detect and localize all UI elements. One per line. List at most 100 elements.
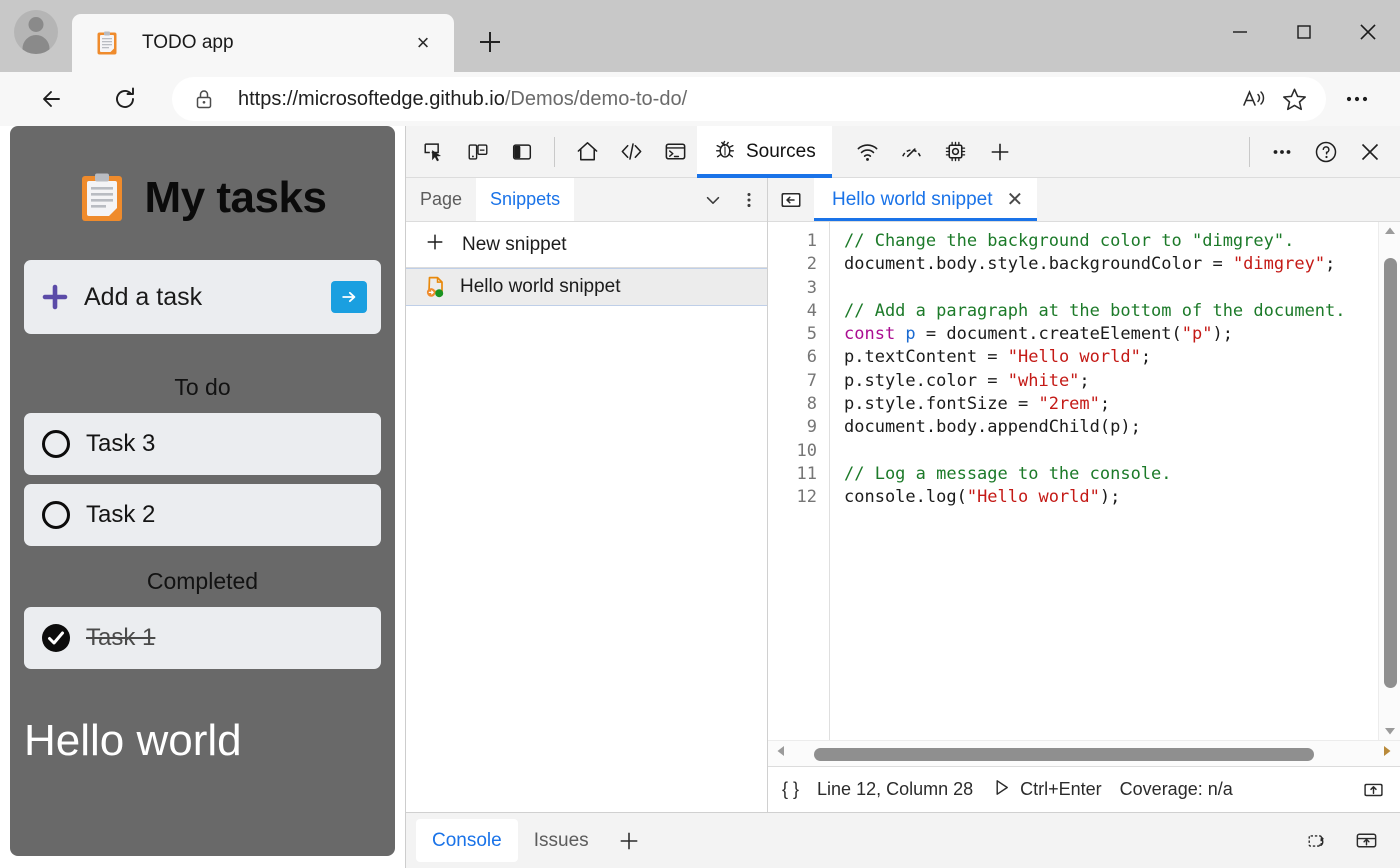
back-arrow-icon[interactable] bbox=[30, 76, 76, 122]
line-number: 12 bbox=[768, 486, 817, 509]
avatar bbox=[14, 10, 58, 54]
code-line[interactable]: // Change the background color to "dimgr… bbox=[844, 230, 1400, 253]
address-bar[interactable]: https://microsoftedge.github.io/Demos/de… bbox=[172, 77, 1326, 121]
horizontal-scrollbar[interactable] bbox=[768, 740, 1400, 766]
code-content[interactable]: // Change the background color to "dimgr… bbox=[830, 222, 1400, 740]
close-devtools-icon[interactable] bbox=[1348, 130, 1392, 174]
coverage-status: Coverage: n/a bbox=[1120, 779, 1233, 800]
code-editor[interactable]: 123456789101112 // Change the background… bbox=[768, 222, 1400, 740]
dock-side-icon[interactable] bbox=[500, 130, 544, 174]
code-token: "white" bbox=[1008, 371, 1080, 391]
elements-code-icon[interactable] bbox=[609, 130, 653, 174]
code-line[interactable]: document.body.appendChild(p); bbox=[844, 416, 1400, 439]
vertical-scroll-track[interactable] bbox=[1379, 240, 1400, 722]
code-line[interactable]: p.style.color = "white"; bbox=[844, 370, 1400, 393]
star-icon[interactable] bbox=[1274, 79, 1314, 119]
navigator-tab-page[interactable]: Page bbox=[406, 178, 476, 221]
task-checkbox-unchecked-icon[interactable] bbox=[40, 428, 72, 460]
restore-drawer-icon[interactable] bbox=[1294, 813, 1342, 868]
chevron-down-icon[interactable] bbox=[695, 178, 731, 221]
code-line[interactable]: p.style.fontSize = "2rem"; bbox=[844, 393, 1400, 416]
vertical-scroll-thumb[interactable] bbox=[1384, 258, 1397, 688]
reload-icon[interactable] bbox=[102, 76, 148, 122]
network-wifi-icon[interactable] bbox=[846, 130, 890, 174]
dock-bottom-icon[interactable] bbox=[1361, 777, 1386, 802]
navigator-tab-snippets[interactable]: Snippets bbox=[476, 178, 574, 221]
drawer-tab-issues[interactable]: Issues bbox=[518, 819, 605, 862]
editor-tab-hello-world-snippet[interactable]: Hello world snippet ✕ bbox=[814, 178, 1037, 221]
navigate-back-icon[interactable] bbox=[768, 178, 814, 221]
code-line[interactable]: // Add a paragraph at the bottom of the … bbox=[844, 300, 1400, 323]
sources-panel: Page Snippets New bbox=[406, 178, 1400, 812]
tab-close-icon[interactable]: × bbox=[406, 26, 440, 60]
code-token: document.body.appendChild(p); bbox=[844, 417, 1141, 437]
run-shortcut-label: Ctrl+Enter bbox=[1020, 779, 1102, 800]
task-item[interactable]: Task 2 bbox=[24, 484, 381, 546]
code-token: ); bbox=[1100, 487, 1120, 507]
memory-chip-icon[interactable] bbox=[934, 130, 978, 174]
task-item[interactable]: Task 3 bbox=[24, 413, 381, 475]
editor-tab-close-icon[interactable]: ✕ bbox=[1007, 190, 1024, 210]
add-task-submit-button[interactable] bbox=[331, 281, 367, 313]
more-options-icon[interactable] bbox=[731, 178, 767, 221]
bug-icon bbox=[713, 137, 737, 167]
scroll-down-arrow[interactable] bbox=[1383, 722, 1397, 740]
navigator-tabs-spacer bbox=[574, 178, 695, 221]
add-task-input[interactable]: Add a task bbox=[24, 260, 381, 334]
task-checkbox-unchecked-icon[interactable] bbox=[40, 499, 72, 531]
cursor-position: Line 12, Column 28 bbox=[817, 779, 973, 800]
vertical-scrollbar[interactable] bbox=[1378, 222, 1400, 740]
console-terminal-icon[interactable] bbox=[653, 130, 697, 174]
dock-drawer-icon[interactable] bbox=[1342, 813, 1390, 868]
device-toolbar-icon[interactable] bbox=[456, 130, 500, 174]
pretty-print-button[interactable]: { } bbox=[782, 779, 799, 800]
code-line[interactable]: p.textContent = "Hello world"; bbox=[844, 346, 1400, 369]
scroll-left-arrow[interactable] bbox=[774, 744, 788, 763]
code-token: p.textContent = bbox=[844, 347, 1008, 367]
code-token: ; bbox=[1100, 394, 1110, 414]
add-task-label: Add a task bbox=[84, 283, 331, 312]
devtools-drawer: Console Issues bbox=[406, 812, 1400, 868]
play-icon bbox=[991, 777, 1012, 803]
maximize-button[interactable] bbox=[1272, 0, 1336, 64]
new-tab-button[interactable] bbox=[468, 20, 512, 64]
horizontal-scroll-thumb[interactable] bbox=[814, 748, 1314, 761]
lock-icon bbox=[192, 87, 216, 111]
more-tools-ellipsis-icon[interactable] bbox=[1260, 130, 1304, 174]
drawer-add-tab-plus-icon[interactable] bbox=[605, 813, 653, 868]
scroll-right-arrow[interactable] bbox=[1380, 744, 1394, 763]
code-token: "Hello world" bbox=[967, 487, 1100, 507]
profile-button[interactable] bbox=[0, 0, 72, 72]
help-circle-icon[interactable] bbox=[1304, 130, 1348, 174]
code-line[interactable] bbox=[844, 440, 1400, 463]
tab-sources[interactable]: Sources bbox=[697, 126, 832, 178]
inspect-icon[interactable] bbox=[412, 130, 456, 174]
task-item-completed[interactable]: Task 1 bbox=[24, 607, 381, 669]
home-icon[interactable] bbox=[565, 130, 609, 174]
new-snippet-label: New snippet bbox=[462, 234, 567, 256]
close-window-button[interactable] bbox=[1336, 0, 1400, 64]
read-aloud-icon[interactable] bbox=[1234, 79, 1274, 119]
browser-window: TODO app × bbox=[0, 0, 1400, 868]
browser-settings-ellipsis-icon[interactable] bbox=[1332, 76, 1382, 122]
run-snippet-button[interactable]: Ctrl+Enter bbox=[991, 777, 1102, 803]
injected-paragraph: Hello world bbox=[24, 717, 381, 765]
code-line[interactable] bbox=[844, 277, 1400, 300]
code-line[interactable]: document.body.style.backgroundColor = "d… bbox=[844, 253, 1400, 276]
drawer-tab-console[interactable]: Console bbox=[416, 819, 518, 862]
code-line[interactable]: // Log a message to the console. bbox=[844, 463, 1400, 486]
code-line[interactable]: const p = document.createElement("p"); bbox=[844, 323, 1400, 346]
add-panel-plus-icon[interactable] bbox=[978, 130, 1022, 174]
code-token: p.style.color = bbox=[844, 371, 1008, 391]
content-area: My tasks Add a task To do bbox=[0, 126, 1400, 868]
horizontal-scroll-track[interactable] bbox=[794, 743, 1374, 765]
browser-tab[interactable]: TODO app × bbox=[72, 14, 454, 72]
snippet-list-item[interactable]: Hello world snippet bbox=[406, 268, 767, 306]
scroll-up-arrow[interactable] bbox=[1383, 222, 1397, 240]
editor-pane: Hello world snippet ✕ 123456789101112 //… bbox=[768, 178, 1400, 812]
code-line[interactable]: console.log("Hello world"); bbox=[844, 486, 1400, 509]
performance-gauge-icon[interactable] bbox=[890, 130, 934, 174]
task-checkbox-checked-icon[interactable] bbox=[40, 622, 72, 654]
new-snippet-button[interactable]: New snippet bbox=[406, 222, 767, 268]
minimize-button[interactable] bbox=[1208, 0, 1272, 64]
